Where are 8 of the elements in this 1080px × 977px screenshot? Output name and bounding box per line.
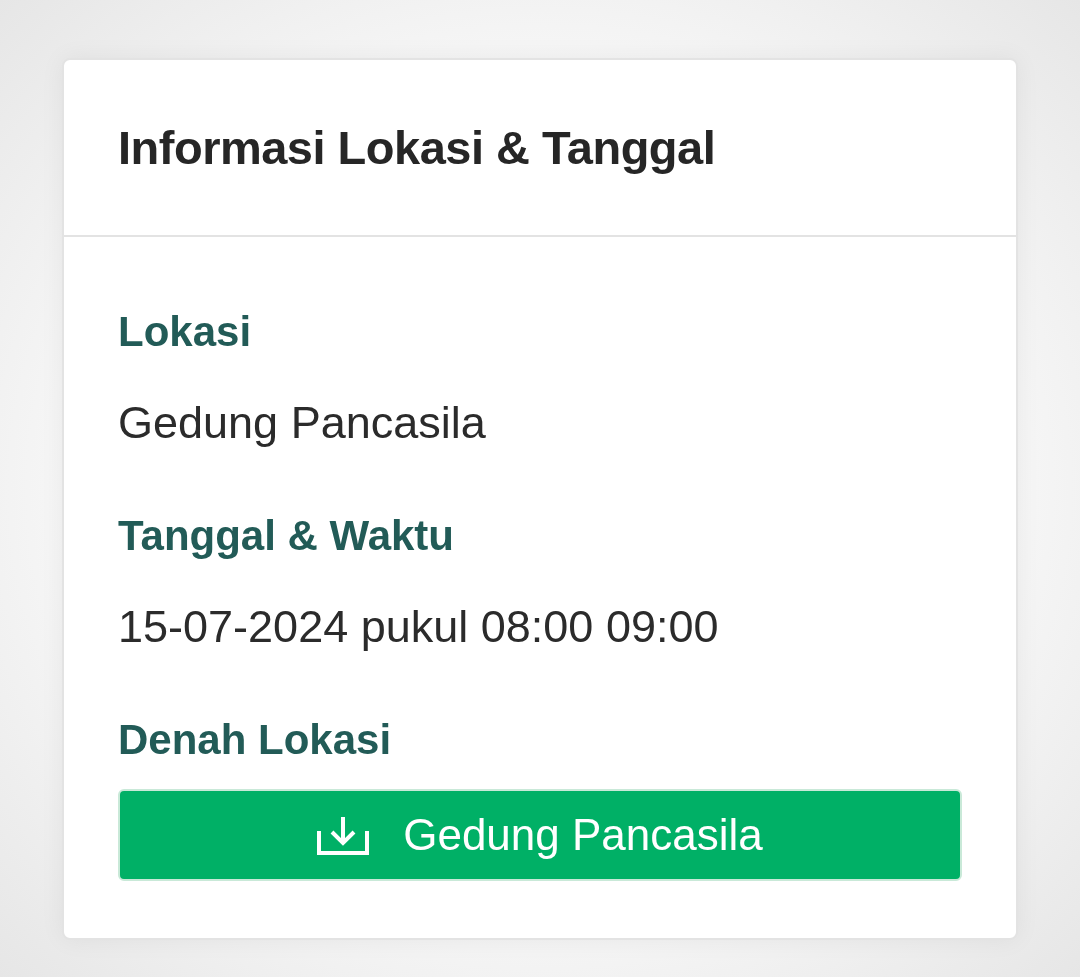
download-icon	[317, 815, 370, 855]
download-button[interactable]: Gedung Pancasila	[118, 789, 962, 881]
section-value: 15-07-2024 pukul 08:00 09:00	[118, 601, 720, 653]
section-heading: Lokasi	[118, 307, 253, 357]
card-title: Informasi Lokasi & Tanggal	[118, 119, 716, 176]
section-value: Gedung Pancasila	[118, 397, 487, 449]
section-heading: Tanggal & Waktu	[118, 511, 455, 561]
section-heading: Denah Lokasi	[118, 715, 393, 765]
